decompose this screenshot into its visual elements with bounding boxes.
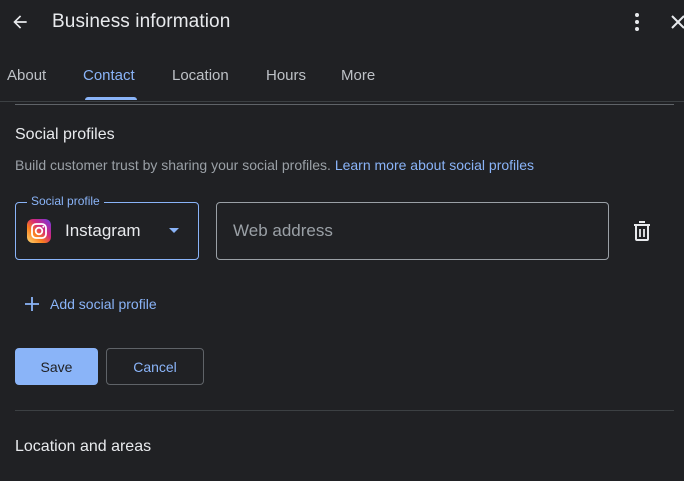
select-label: Social profile: [27, 194, 104, 208]
content-divider: [15, 104, 674, 105]
section-title-social-profiles: Social profiles: [15, 126, 115, 143]
section-description: Build customer trust by sharing your soc…: [15, 157, 534, 173]
save-button[interactable]: Save: [15, 348, 98, 385]
active-tab-indicator: [85, 97, 137, 100]
web-address-input[interactable]: [216, 202, 609, 260]
close-icon: [671, 15, 684, 29]
back-button[interactable]: [6, 8, 34, 36]
add-social-profile-label: Add social profile: [50, 296, 157, 312]
plus-icon: [22, 294, 42, 314]
tab-divider: [0, 101, 684, 102]
header: Business information: [0, 0, 684, 44]
tab-bar: About Contact Location Hours More: [0, 56, 684, 102]
tab-location[interactable]: Location: [172, 56, 229, 100]
instagram-icon: [27, 219, 51, 243]
social-profile-select[interactable]: Social profile Instagram: [15, 194, 199, 260]
page-title: Business information: [52, 11, 231, 32]
tab-contact[interactable]: Contact: [83, 56, 135, 100]
arrow-back-icon: [13, 15, 27, 29]
business-info-panel: Business information About Contact Locat…: [0, 0, 684, 481]
cancel-button[interactable]: Cancel: [106, 348, 204, 385]
description-text: Build customer trust by sharing your soc…: [15, 157, 331, 173]
add-social-profile-button[interactable]: Add social profile: [22, 292, 157, 316]
delete-profile-button[interactable]: [628, 216, 656, 246]
delete-icon: [634, 221, 650, 241]
more-options-button[interactable]: [624, 8, 650, 36]
tab-hours[interactable]: Hours: [266, 56, 306, 100]
tab-about[interactable]: About: [7, 56, 46, 100]
more-vert-icon: [635, 13, 639, 31]
section-title-location-areas: Location and areas: [15, 438, 152, 455]
close-button[interactable]: [670, 8, 684, 36]
dropdown-arrow-icon: [169, 228, 179, 233]
section-divider: [15, 410, 674, 411]
learn-more-link[interactable]: Learn more about social profiles: [335, 157, 534, 173]
tab-more[interactable]: More: [341, 56, 375, 100]
select-value: Instagram: [65, 221, 141, 240]
